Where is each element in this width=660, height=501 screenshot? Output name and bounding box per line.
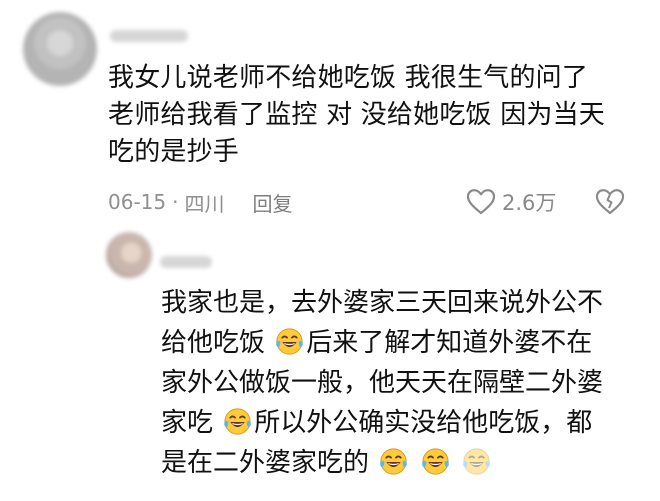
comment-thread: 我女儿说老师不给她吃饭 我很生气的问了 老师给我看了监控 对 没给她吃饭 因为当… <box>0 0 660 501</box>
laughing-tears-emoji-icon <box>369 448 410 478</box>
laughing-tears-emoji-icon <box>410 448 451 478</box>
broken-heart-icon[interactable] <box>595 188 625 216</box>
reply-text-segment: 所以外公确实没给他吃饭，都 <box>254 408 593 438</box>
like-count: 2.6万 <box>502 191 557 215</box>
reply-text-segment: 家外公做饭一般，他天天在隔壁二外婆 <box>161 368 604 398</box>
laughing-tears-emoji-icon <box>213 408 254 438</box>
comment-meta: 06-15 · 四川 回复 <box>108 187 292 217</box>
reply-text-segment: 后来了解才知道外婆不在 <box>306 328 593 358</box>
comment-location: 四川 <box>184 191 225 216</box>
comment-date: 06-15 <box>108 190 167 214</box>
reply-button[interactable]: 回复 <box>252 188 292 217</box>
comment-line: 吃的是抄手 <box>108 137 240 167</box>
reply-line: 家吃 所以外公确实没给他吃饭，都 <box>161 403 646 443</box>
comment-body: 我女儿说老师不给她吃饭 我很生气的问了 老师给我看了监控 对 没给她吃饭 因为当… <box>108 60 633 171</box>
reply-text-segment: 家吃 <box>161 408 214 438</box>
reply-line: 给他吃饭 后来了解才知道外婆不在 <box>161 323 646 363</box>
commenter-avatar[interactable] <box>23 12 97 86</box>
laughing-tears-emoji-icon <box>265 328 306 358</box>
comment-line: 我女儿说老师不给她吃饭 我很生气的问了 <box>108 63 589 93</box>
heart-outline-icon[interactable] <box>466 188 496 216</box>
like-button[interactable]: 2.6万 <box>466 186 556 218</box>
reply-line: 是在二外婆家吃的 <box>161 443 646 483</box>
replier-name-blurred[interactable] <box>160 256 212 268</box>
reply-body: 我家也是，去外婆家三天回来说外公不 给他吃饭 后来了解才知道外婆不在 家外公做饭… <box>161 283 646 483</box>
meta-separator: · <box>172 190 179 214</box>
reply-text-segment: 我家也是，去外婆家三天回来说外公不 <box>161 288 604 318</box>
replier-avatar[interactable] <box>106 232 152 278</box>
reply-line: 家外公做饭一般，他天天在隔壁二外婆 <box>161 363 646 403</box>
comment-line: 老师给我看了监控 对 没给她吃饭 因为当天 <box>108 100 605 130</box>
commenter-name-blurred[interactable] <box>110 30 188 42</box>
laughing-tears-emoji-icon <box>452 448 493 478</box>
reply-text-segment: 给他吃饭 <box>161 328 266 358</box>
reply-text-segment: 是在二外婆家吃的 <box>161 448 370 478</box>
reply-line: 我家也是，去外婆家三天回来说外公不 <box>161 283 646 323</box>
